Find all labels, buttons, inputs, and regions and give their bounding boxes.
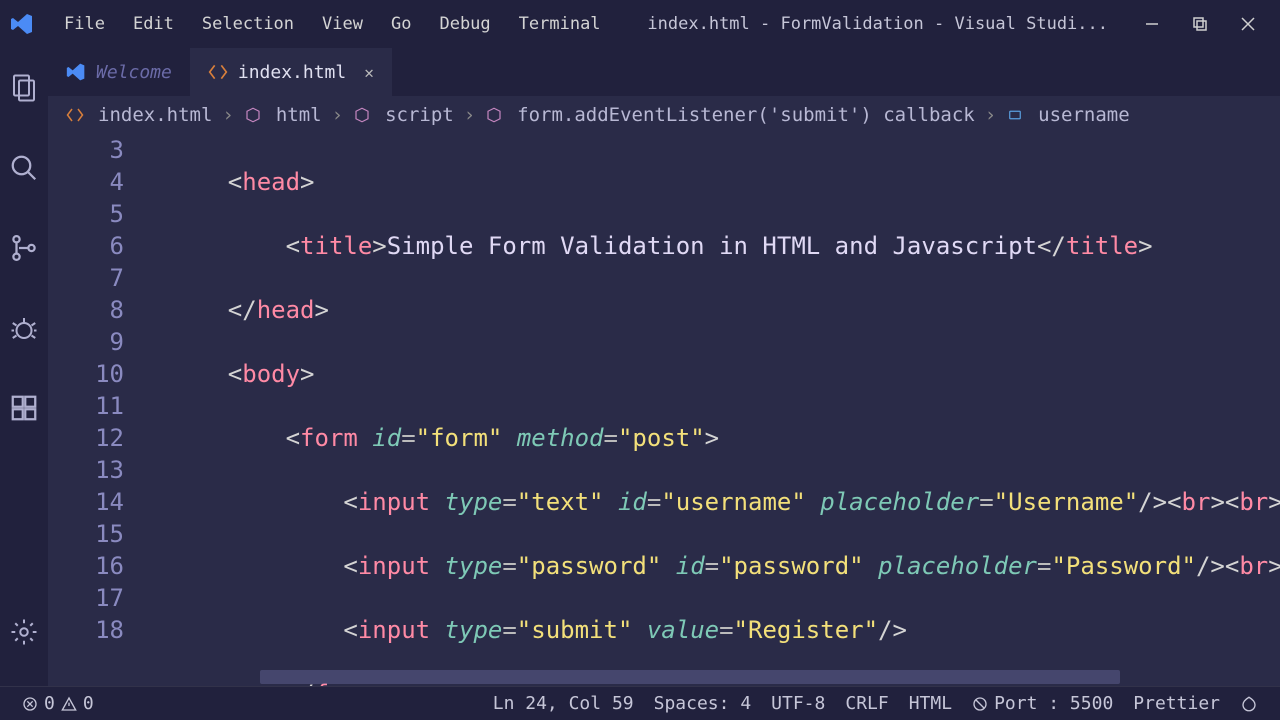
tab-index-html[interactable]: index.html ✕ <box>190 48 392 96</box>
title-bar: File Edit Selection View Go Debug Termin… <box>0 0 1280 48</box>
menu-selection[interactable]: Selection <box>188 14 308 34</box>
settings-icon[interactable] <box>0 606 48 658</box>
status-live-server[interactable]: Port : 5500 <box>962 693 1123 714</box>
tab-welcome[interactable]: Welcome <box>48 48 190 96</box>
vscode-icon <box>66 62 86 82</box>
breadcrumb-item[interactable]: html <box>276 104 322 126</box>
horizontal-scrollbar[interactable] <box>260 670 1120 684</box>
status-encoding[interactable]: UTF-8 <box>761 693 835 714</box>
editor-tabs: Welcome index.html ✕ ••• <box>48 48 1280 96</box>
breadcrumb-item[interactable]: script <box>385 104 454 126</box>
search-icon[interactable] <box>0 142 48 194</box>
vscode-logo-icon <box>8 10 36 38</box>
symbol-method-icon <box>485 106 503 124</box>
extensions-icon[interactable] <box>0 382 48 434</box>
breadcrumb[interactable]: index.html › html › script › form.addEve… <box>48 96 1280 134</box>
html-file-icon <box>208 62 228 82</box>
breadcrumb-item[interactable]: form.addEventListener('submit') callback <box>517 104 975 126</box>
symbol-module-icon <box>353 106 371 124</box>
editor-area: Welcome index.html ✕ ••• index.html › ht… <box>48 48 1280 686</box>
explorer-icon[interactable] <box>0 62 48 114</box>
status-bar: 0 0 Ln 24, Col 59 Spaces: 4 UTF-8 CRLF H… <box>0 686 1280 720</box>
menu-file[interactable]: File <box>50 14 119 34</box>
breadcrumb-item[interactable]: username <box>1038 104 1130 126</box>
status-errors[interactable]: 0 0 <box>12 693 104 714</box>
window-title: index.html - FormValidation - Visual Stu… <box>647 14 1108 34</box>
tab-label: Welcome <box>96 62 172 83</box>
menu-go[interactable]: Go <box>377 14 425 34</box>
breadcrumb-item[interactable]: index.html <box>98 104 212 126</box>
status-eol[interactable]: CRLF <box>835 693 898 714</box>
maximize-button[interactable] <box>1176 0 1224 48</box>
close-icon[interactable]: ✕ <box>364 63 374 82</box>
status-indent[interactable]: Spaces: 4 <box>644 693 762 714</box>
line-number-gutter[interactable]: 3 4 5 6 7 8 9 10 11 12 13 14 15 16 17 18 <box>48 134 154 686</box>
close-button[interactable] <box>1224 0 1272 48</box>
tab-label: index.html <box>238 62 346 83</box>
menu-debug[interactable]: Debug <box>425 14 504 34</box>
symbol-module-icon <box>244 106 262 124</box>
editor-content[interactable]: <head> <title>Simple Form Validation in … <box>154 134 1280 686</box>
html-file-icon <box>66 106 84 124</box>
source-control-icon[interactable] <box>0 222 48 274</box>
symbol-variable-icon <box>1006 106 1024 124</box>
status-language[interactable]: HTML <box>899 693 962 714</box>
debug-icon[interactable] <box>0 302 48 354</box>
activity-bar <box>0 48 48 686</box>
status-feedback-icon[interactable] <box>1230 695 1268 713</box>
minimize-button[interactable] <box>1128 0 1176 48</box>
menu-edit[interactable]: Edit <box>119 14 188 34</box>
menu-terminal[interactable]: Terminal <box>505 14 615 34</box>
status-formatter[interactable]: Prettier <box>1123 693 1230 714</box>
status-cursor[interactable]: Ln 24, Col 59 <box>483 693 644 714</box>
menu-view[interactable]: View <box>308 14 377 34</box>
